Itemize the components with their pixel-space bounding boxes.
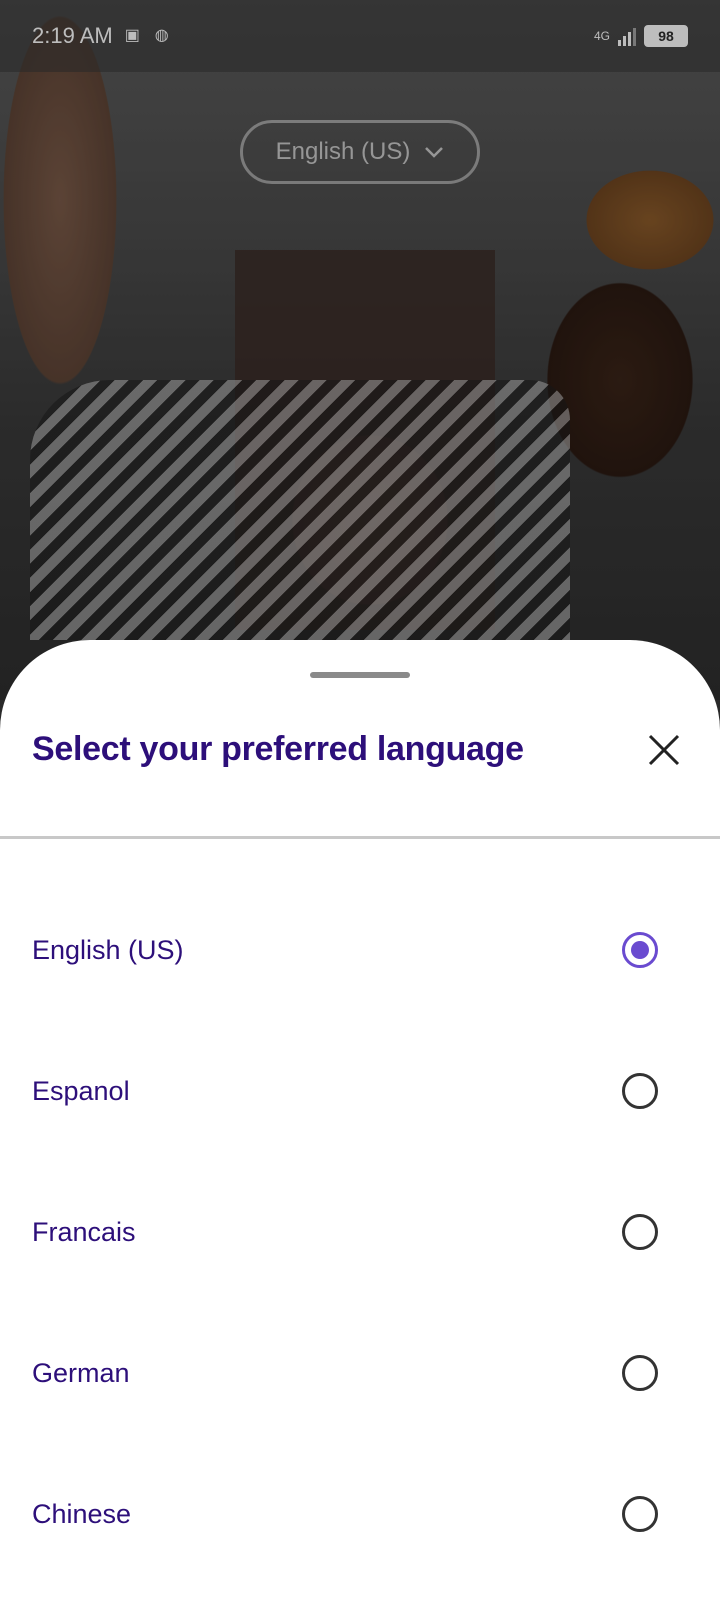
sheet-drag-handle[interactable] (310, 672, 410, 678)
status-time: 2:19 AM (32, 23, 113, 48)
sheet-divider (0, 836, 720, 839)
language-selector-button[interactable]: English (US) (240, 120, 480, 184)
language-option-label: German (32, 1357, 130, 1388)
chevron-down-icon (425, 147, 444, 158)
signal-icon (618, 26, 636, 46)
app-notification-icon: ◍ (154, 27, 169, 44)
background-dim-overlay (0, 0, 720, 700)
sheet-title: Select your preferred language (32, 730, 524, 768)
language-option-espanol[interactable]: Espanol (0, 1021, 720, 1161)
language-option-label: Chinese (32, 1498, 132, 1529)
language-bottom-sheet: Select your preferred language English (… (0, 640, 720, 1600)
radio-selected-icon[interactable] (622, 932, 658, 968)
status-bar: 2:19 AM ▣ ◍ 4G 98 (0, 0, 720, 72)
radio-unselected-icon[interactable] (622, 1355, 658, 1391)
network-type: 4G (593, 29, 610, 43)
status-right: 4G 98 (594, 25, 688, 47)
language-option-label: English (US) (32, 934, 184, 965)
language-option-english[interactable]: English (US) (0, 880, 720, 1020)
language-option-label: Espanol (32, 1075, 130, 1106)
language-option-francais[interactable]: Francais (0, 1162, 720, 1302)
close-icon[interactable] (642, 728, 686, 772)
language-option-chinese[interactable]: Chinese (0, 1444, 720, 1584)
language-option-label: Francais (32, 1216, 136, 1247)
language-selector-label: English (US) (275, 138, 411, 165)
radio-unselected-icon[interactable] (622, 1073, 658, 1109)
radio-unselected-icon[interactable] (622, 1214, 658, 1250)
language-option-german[interactable]: German (0, 1303, 720, 1443)
notification-icon: ▣ (124, 27, 140, 44)
radio-unselected-icon[interactable] (622, 1496, 658, 1532)
battery-icon: 98 (644, 25, 688, 47)
